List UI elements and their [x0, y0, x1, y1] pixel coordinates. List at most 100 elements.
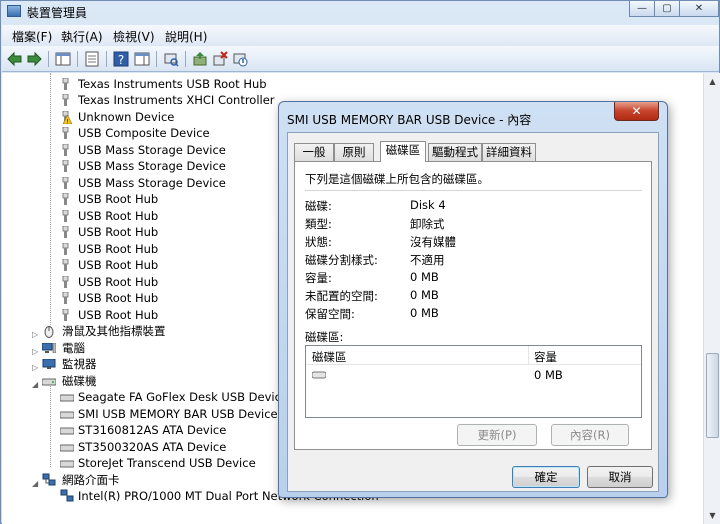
- usb-plug-icon: [62, 78, 69, 90]
- back-arrow-icon[interactable]: [6, 50, 24, 68]
- capacity-value: 0 MB: [410, 270, 439, 284]
- tree-item-label: USB Root Hub: [78, 209, 159, 223]
- help-icon[interactable]: ?: [112, 50, 130, 68]
- title-bar: 裝置管理員 — ▢ ✕: [1, 1, 720, 23]
- tree-item-label: USB Root Hub: [78, 308, 159, 322]
- scan-hardware-icon[interactable]: [162, 50, 180, 68]
- usb-plug-icon: [62, 243, 69, 255]
- toolbar-separator: [185, 51, 186, 67]
- tree-item-label: ST3500320AS ATA Device: [78, 440, 227, 454]
- expand-arrow-icon[interactable]: ▷: [32, 327, 38, 343]
- uninstall-icon[interactable]: [211, 50, 229, 68]
- reserved-value: 0 MB: [410, 306, 439, 320]
- scroll-up-icon[interactable]: ▲: [705, 74, 720, 89]
- vertical-scrollbar[interactable]: ▲ ▼: [703, 73, 720, 524]
- collapse-arrow-icon[interactable]: ◢: [32, 377, 38, 393]
- unallocated-value: 0 MB: [410, 288, 439, 302]
- column-separator[interactable]: [528, 346, 529, 365]
- expand-arrow-icon[interactable]: ▷: [32, 344, 38, 360]
- dialog-title: SMI USB MEMORY BAR USB Device - 內容: [287, 113, 532, 127]
- menu-action[interactable]: 執行(A): [61, 28, 103, 45]
- tab-driver[interactable]: 驅動程式: [428, 143, 482, 161]
- cancel-button[interactable]: 取消: [587, 466, 653, 488]
- list-item[interactable]: 0 MB: [306, 366, 641, 384]
- scroll-thumb[interactable]: [706, 353, 719, 438]
- tree-item-label: USB Mass Storage Device: [78, 143, 226, 157]
- usb-plug-icon: [62, 94, 69, 106]
- disk-drive-icon: [60, 460, 74, 468]
- toolbar-separator: [106, 51, 107, 67]
- ok-button[interactable]: 確定: [512, 466, 580, 488]
- tree-item-label: StoreJet Transcend USB Device: [78, 456, 256, 470]
- minimize-button[interactable]: —: [629, 1, 655, 17]
- column-header-volume[interactable]: 磁碟區: [312, 349, 347, 365]
- tab-volumes[interactable]: 磁碟區: [380, 141, 426, 162]
- dialog-close-button[interactable]: ✕: [614, 102, 659, 121]
- volumes-list-header: 磁碟區 容量: [306, 346, 641, 365]
- collapse-arrow-icon[interactable]: ◢: [32, 476, 38, 492]
- tree-item-label: USB Mass Storage Device: [78, 159, 226, 173]
- disable-device-icon[interactable]: [231, 50, 249, 68]
- unallocated-label: 未配置的空間:: [305, 289, 378, 303]
- usb-plug-icon: [62, 177, 69, 189]
- scroll-down-icon[interactable]: ▼: [705, 508, 720, 523]
- tree-item-label: Texas Instruments XHCI Controller: [78, 93, 275, 107]
- disk-value: Disk 4: [410, 198, 446, 212]
- maximize-button[interactable]: ▢: [654, 1, 680, 17]
- usb-plug-icon: [62, 309, 69, 321]
- menu-view[interactable]: 檢視(V): [113, 28, 155, 45]
- update-button[interactable]: 更新(P): [457, 424, 537, 446]
- svg-text:?: ?: [118, 53, 124, 67]
- disk-drive-icon: [60, 427, 74, 435]
- usb-plug-icon: [62, 226, 69, 238]
- column-header-capacity[interactable]: 容量: [534, 349, 557, 365]
- tab-details[interactable]: 詳細資料: [482, 143, 536, 161]
- close-button[interactable]: ✕: [679, 1, 719, 17]
- disk-label: 磁碟:: [305, 199, 332, 213]
- volumes-description: 下列是這個磁碟上所包含的磁碟區。: [305, 172, 489, 186]
- capacity-label: 容量:: [305, 271, 332, 285]
- divider: [305, 190, 642, 191]
- properties-icon[interactable]: [83, 50, 101, 68]
- tree-item-label: 電腦: [62, 341, 85, 355]
- usb-plug-icon: [62, 144, 69, 156]
- volumes-panel: 下列是這個磁碟上所包含的磁碟區。 磁碟: Disk 4 類型: 卸除式 狀態: …: [294, 161, 652, 450]
- menu-help[interactable]: 說明(H): [165, 28, 207, 45]
- reserved-label: 保留空間:: [305, 307, 355, 321]
- usb-plug-icon: [62, 160, 69, 172]
- toolbar-separator: [156, 51, 157, 67]
- tree-item-label: SMI USB MEMORY BAR USB Device: [78, 407, 278, 421]
- tree-item-label: Texas Instruments USB Root Hub: [78, 77, 267, 91]
- expand-arrow-icon[interactable]: ▷: [32, 360, 38, 376]
- tree-line: [50, 386, 51, 467]
- toolbar-separator: [77, 51, 78, 67]
- disk-drive-icon: [60, 411, 74, 419]
- show-hide-console-tree-icon[interactable]: [54, 50, 72, 68]
- tree-item-label: USB Root Hub: [78, 258, 159, 272]
- network-adapter-icon: [60, 489, 74, 502]
- volume-drive-icon: [312, 371, 326, 379]
- update-driver-icon[interactable]: [191, 50, 209, 68]
- tab-policies[interactable]: 原則: [334, 143, 374, 161]
- tree-item-label: 監視器: [62, 357, 97, 371]
- volume-properties-button[interactable]: 內容(R): [551, 424, 629, 446]
- warning-icon: !: [63, 115, 72, 124]
- device-manager-icon: [7, 5, 21, 17]
- disk-drive-icon: [60, 394, 74, 402]
- tree-item-label: ST3160812AS ATA Device: [78, 423, 227, 437]
- toolbar-separator: [48, 51, 49, 67]
- tree-item-label: USB Composite Device: [78, 126, 210, 140]
- volumes-list[interactable]: 磁碟區 容量 0 MB: [305, 345, 642, 418]
- disk-drive-icon: [60, 444, 74, 452]
- mouse-icon: [44, 326, 54, 338]
- tab-general[interactable]: 一般: [294, 143, 334, 161]
- menu-file[interactable]: 檔案(F): [12, 28, 52, 45]
- tree-item-label: USB Root Hub: [78, 225, 159, 239]
- status-label: 狀態:: [305, 235, 332, 249]
- tree-item-label: USB Root Hub: [78, 275, 159, 289]
- volume-capacity: 0 MB: [534, 368, 563, 382]
- forward-arrow-icon[interactable]: [25, 50, 43, 68]
- tree-item-label: 磁碟機: [62, 374, 97, 388]
- action-pane-icon[interactable]: [133, 50, 151, 68]
- computer-icon: [42, 343, 56, 353]
